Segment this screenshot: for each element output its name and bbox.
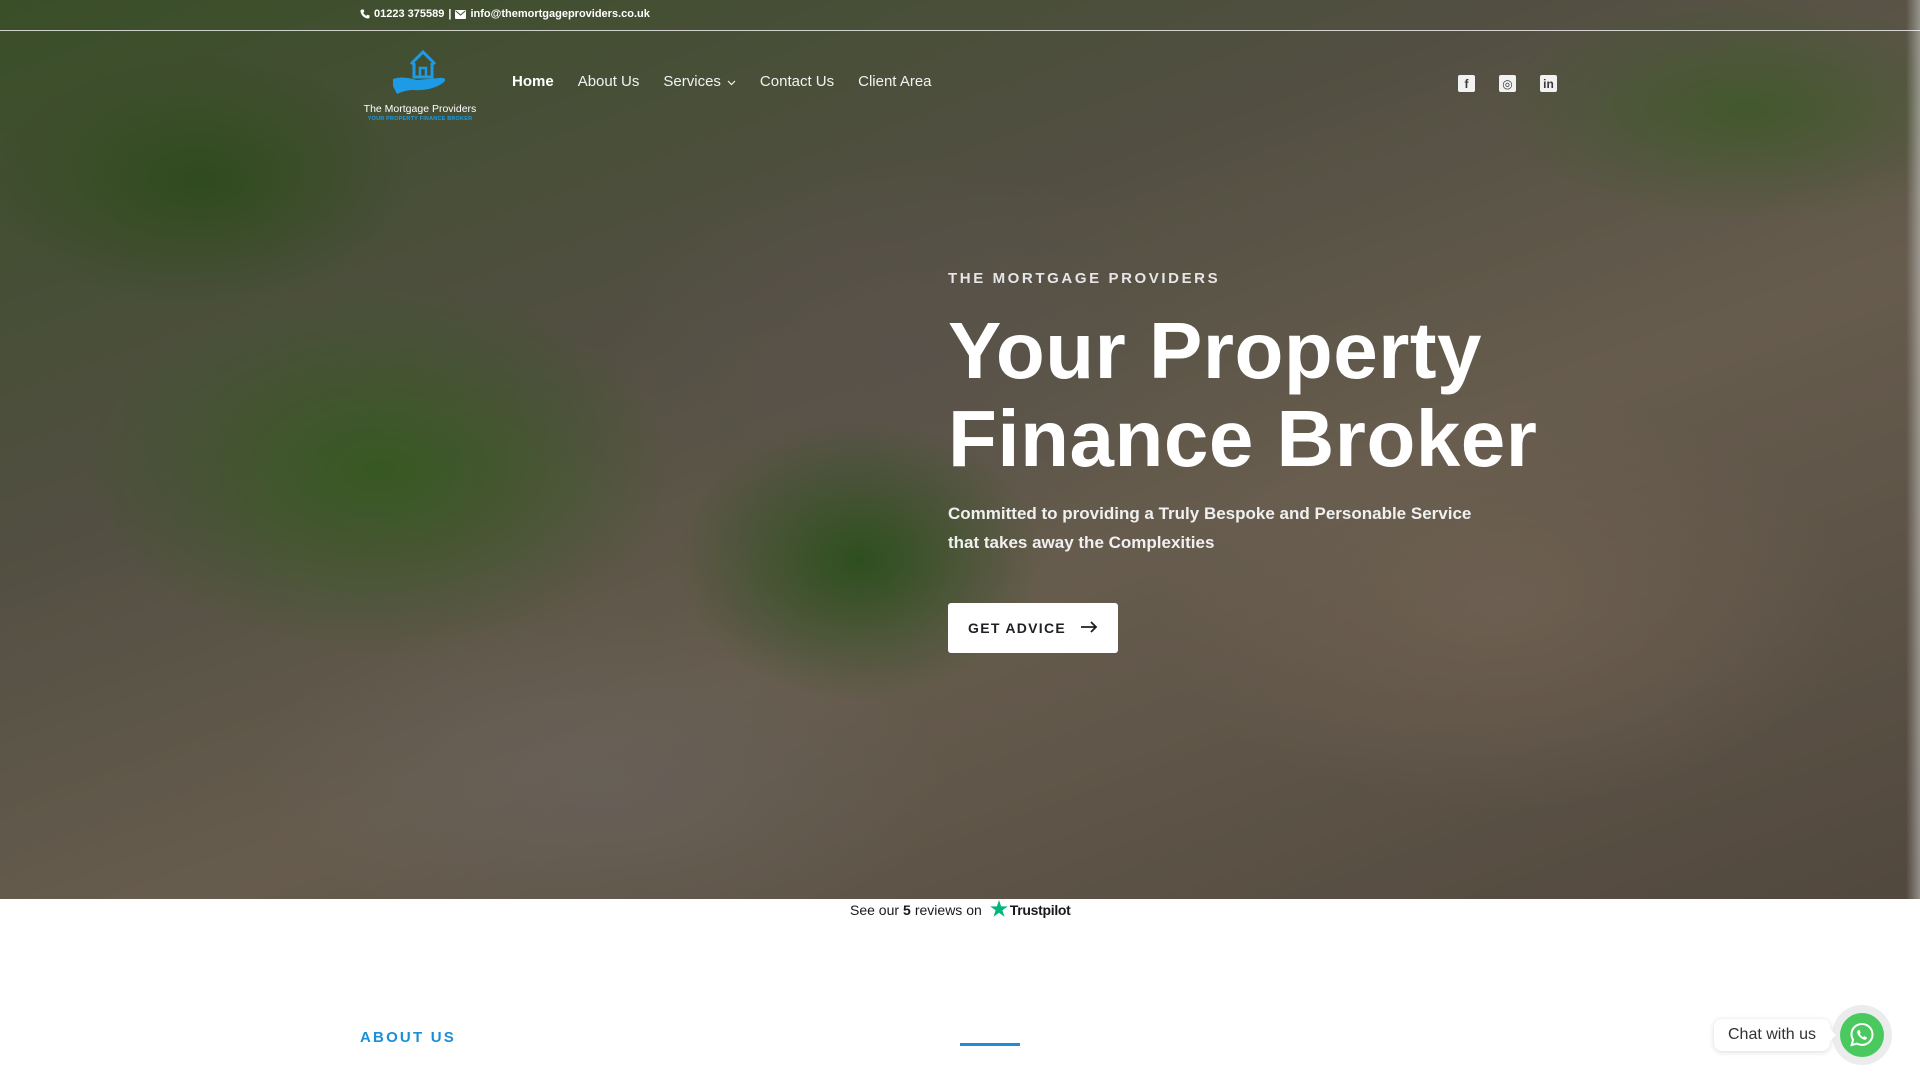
hero-edge-shadow: [1906, 0, 1920, 899]
trustpilot-middle: reviews on: [914, 902, 982, 918]
nav-label: Contact Us: [759, 73, 835, 90]
phone-icon: [360, 9, 370, 19]
nav-label: About Us: [577, 73, 640, 90]
whatsapp-chat-widget[interactable]: Chat with us: [1714, 1013, 1885, 1057]
linkedin-icon[interactable]: in: [1540, 75, 1557, 92]
phone-number-link[interactable]: 01223 375589: [374, 8, 444, 20]
chevron-down-icon: [727, 73, 736, 90]
trustpilot-widget[interactable]: See our 5 reviews on Trustpilot: [850, 900, 1071, 920]
house-hand-logo-icon: [393, 49, 446, 94]
whatsapp-button[interactable]: [1840, 1013, 1885, 1057]
logo-name: The Mortgage Providers: [363, 103, 477, 115]
trustpilot-star-icon: [989, 900, 1008, 920]
nav-item-client-area[interactable]: Client Area: [858, 73, 931, 90]
nav-label: Home: [512, 73, 554, 90]
nav-label: Client Area: [858, 73, 932, 90]
cta-label: GET ADVICE: [968, 620, 1067, 636]
about-us-section-label: ABOUT US: [360, 1029, 456, 1046]
topbar-separator: |: [448, 8, 452, 20]
nav-item-contact-us[interactable]: Contact Us: [760, 73, 834, 90]
headline-line-2: Finance Broker: [948, 394, 1538, 483]
chat-label[interactable]: Chat with us: [1714, 1019, 1837, 1051]
hero-headline: Your Property Finance Broker: [948, 307, 1568, 483]
headline-line-1: Your Property: [948, 306, 1482, 395]
subtext-line-2: that takes away the Complexities: [948, 533, 1215, 552]
top-contact-bar: 01223 375589 | info@themortgageproviders…: [0, 0, 1920, 31]
arrow-right-icon: [1080, 620, 1098, 636]
hero-subtext: Committed to providing a Truly Bespoke a…: [948, 499, 1568, 557]
nav-item-about-us[interactable]: About Us: [578, 73, 640, 90]
facebook-icon[interactable]: f: [1458, 75, 1475, 92]
email-link[interactable]: info@themortgageproviders.co.uk: [470, 8, 649, 20]
hero-eyebrow: THE MORTGAGE PROVIDERS: [948, 270, 1221, 287]
nav-item-services[interactable]: Services: [663, 73, 736, 90]
whatsapp-icon: [1850, 1022, 1874, 1047]
hero-content: THE MORTGAGE PROVIDERS Your Property Fin…: [948, 270, 1568, 653]
nav-item-home[interactable]: Home: [512, 73, 554, 90]
about-accent-divider: [960, 1043, 1020, 1046]
nav-label: Services: [663, 73, 721, 90]
get-advice-button[interactable]: GET ADVICE: [948, 603, 1119, 653]
logo-tagline: YOUR PROPERTY FINANCE BROKER: [367, 116, 473, 122]
main-navigation: Home About Us Services Contact Us Client…: [512, 73, 932, 90]
social-links: f ◎ in: [1458, 75, 1557, 92]
subtext-line-1: Committed to providing a Truly Bespoke a…: [948, 504, 1472, 523]
trustpilot-prefix: See our: [850, 902, 900, 918]
envelope-icon: [455, 9, 467, 19]
trustpilot-brand: Trustpilot: [1009, 902, 1071, 918]
site-logo[interactable]: The Mortgage Providers YOUR PROPERTY FIN…: [358, 46, 482, 122]
hero-section: 01223 375589 | info@themortgageproviders…: [0, 0, 1920, 899]
instagram-icon[interactable]: ◎: [1499, 75, 1516, 92]
review-count: 5: [903, 902, 911, 918]
